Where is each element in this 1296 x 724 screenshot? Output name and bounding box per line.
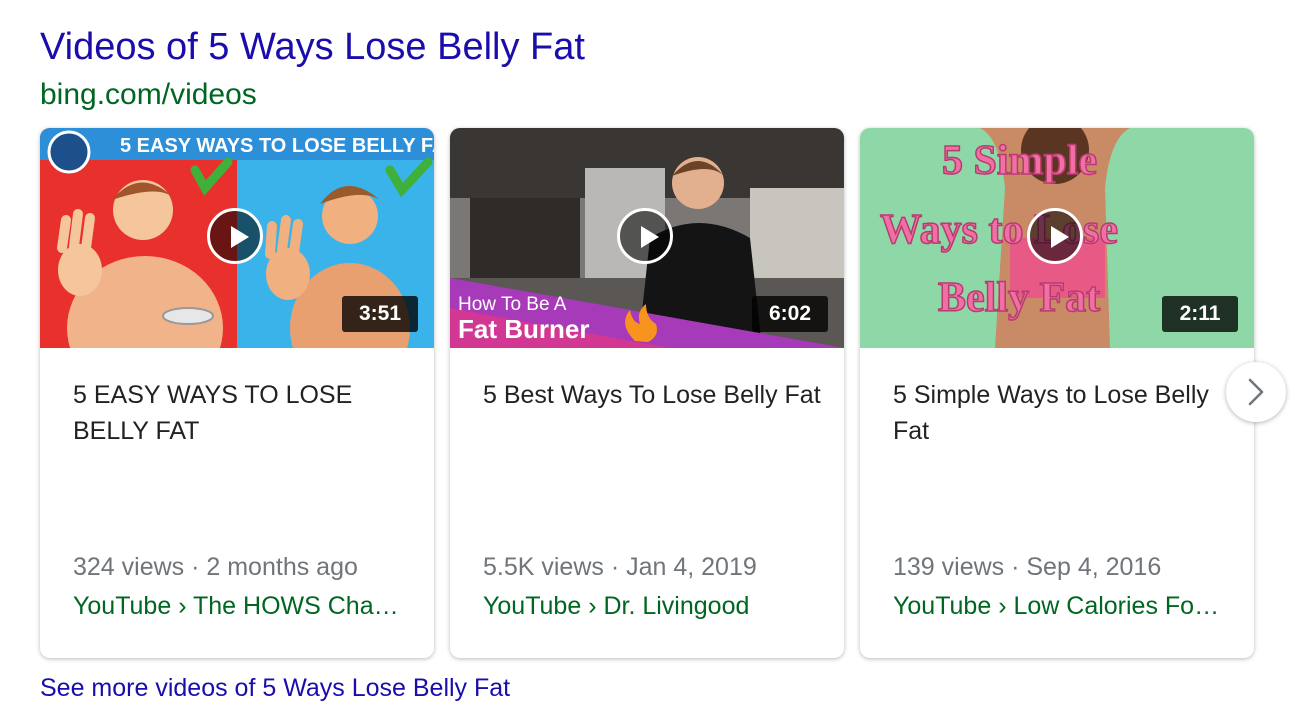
video-meta: 139 views · Sep 4, 2016 xyxy=(893,553,1162,581)
play-icon[interactable] xyxy=(207,208,263,264)
thumbnail-caption-1: How To Be A xyxy=(458,294,567,315)
see-more-videos-link[interactable]: See more videos of 5 Ways Lose Belly Fat xyxy=(40,674,510,703)
carousel-next-button[interactable] xyxy=(1226,362,1286,422)
play-icon[interactable] xyxy=(617,208,673,264)
video-source: YouTube › Dr. Livingood xyxy=(483,592,750,620)
video-thumbnail[interactable]: How To Be A Fat Burner 6:02 xyxy=(450,128,844,348)
video-title[interactable]: 5 EASY WAYS TO LOSE BELLY FAT xyxy=(73,377,413,449)
play-icon[interactable] xyxy=(1027,208,1083,264)
duration-badge: 3:51 xyxy=(342,296,418,332)
section-url: bing.com/videos xyxy=(40,78,257,111)
video-title[interactable]: 5 Simple Ways to Lose Belly Fat xyxy=(893,377,1233,449)
duration-badge: 2:11 xyxy=(1162,296,1238,332)
video-source: YouTube › Low Calories Fo… xyxy=(893,592,1220,620)
video-title[interactable]: 5 Best Ways To Lose Belly Fat xyxy=(483,377,823,413)
section-title-link[interactable]: Videos of 5 Ways Lose Belly Fat xyxy=(40,26,585,69)
thumbnail-caption-1: 5 Simple xyxy=(942,138,1097,184)
chevron-right-icon xyxy=(1248,378,1264,406)
video-thumbnail[interactable]: 5 EASY WAYS TO LOSE BELLY FAT 3:51 xyxy=(40,128,434,348)
video-card-3[interactable]: 5 Simple Ways to Lose Belly Fat 2:11 5 S… xyxy=(860,128,1254,658)
video-meta: 5.5K views · Jan 4, 2019 xyxy=(483,553,757,581)
video-meta: 324 views · 2 months ago xyxy=(73,553,358,581)
video-card-2[interactable]: How To Be A Fat Burner 6:02 5 Best Ways … xyxy=(450,128,844,658)
video-source: YouTube › The HOWS Chan… xyxy=(73,592,408,620)
thumbnail-caption-3: Belly Fat xyxy=(938,275,1100,321)
thumbnail-caption: 5 EASY WAYS TO LOSE BELLY FAT xyxy=(120,135,434,157)
thumbnail-caption-2: Fat Burner xyxy=(458,314,589,344)
duration-badge: 6:02 xyxy=(752,296,828,332)
video-card-1[interactable]: 5 EASY WAYS TO LOSE BELLY FAT 3:51 5 EAS… xyxy=(40,128,434,658)
video-thumbnail[interactable]: 5 Simple Ways to Lose Belly Fat 2:11 xyxy=(860,128,1254,348)
